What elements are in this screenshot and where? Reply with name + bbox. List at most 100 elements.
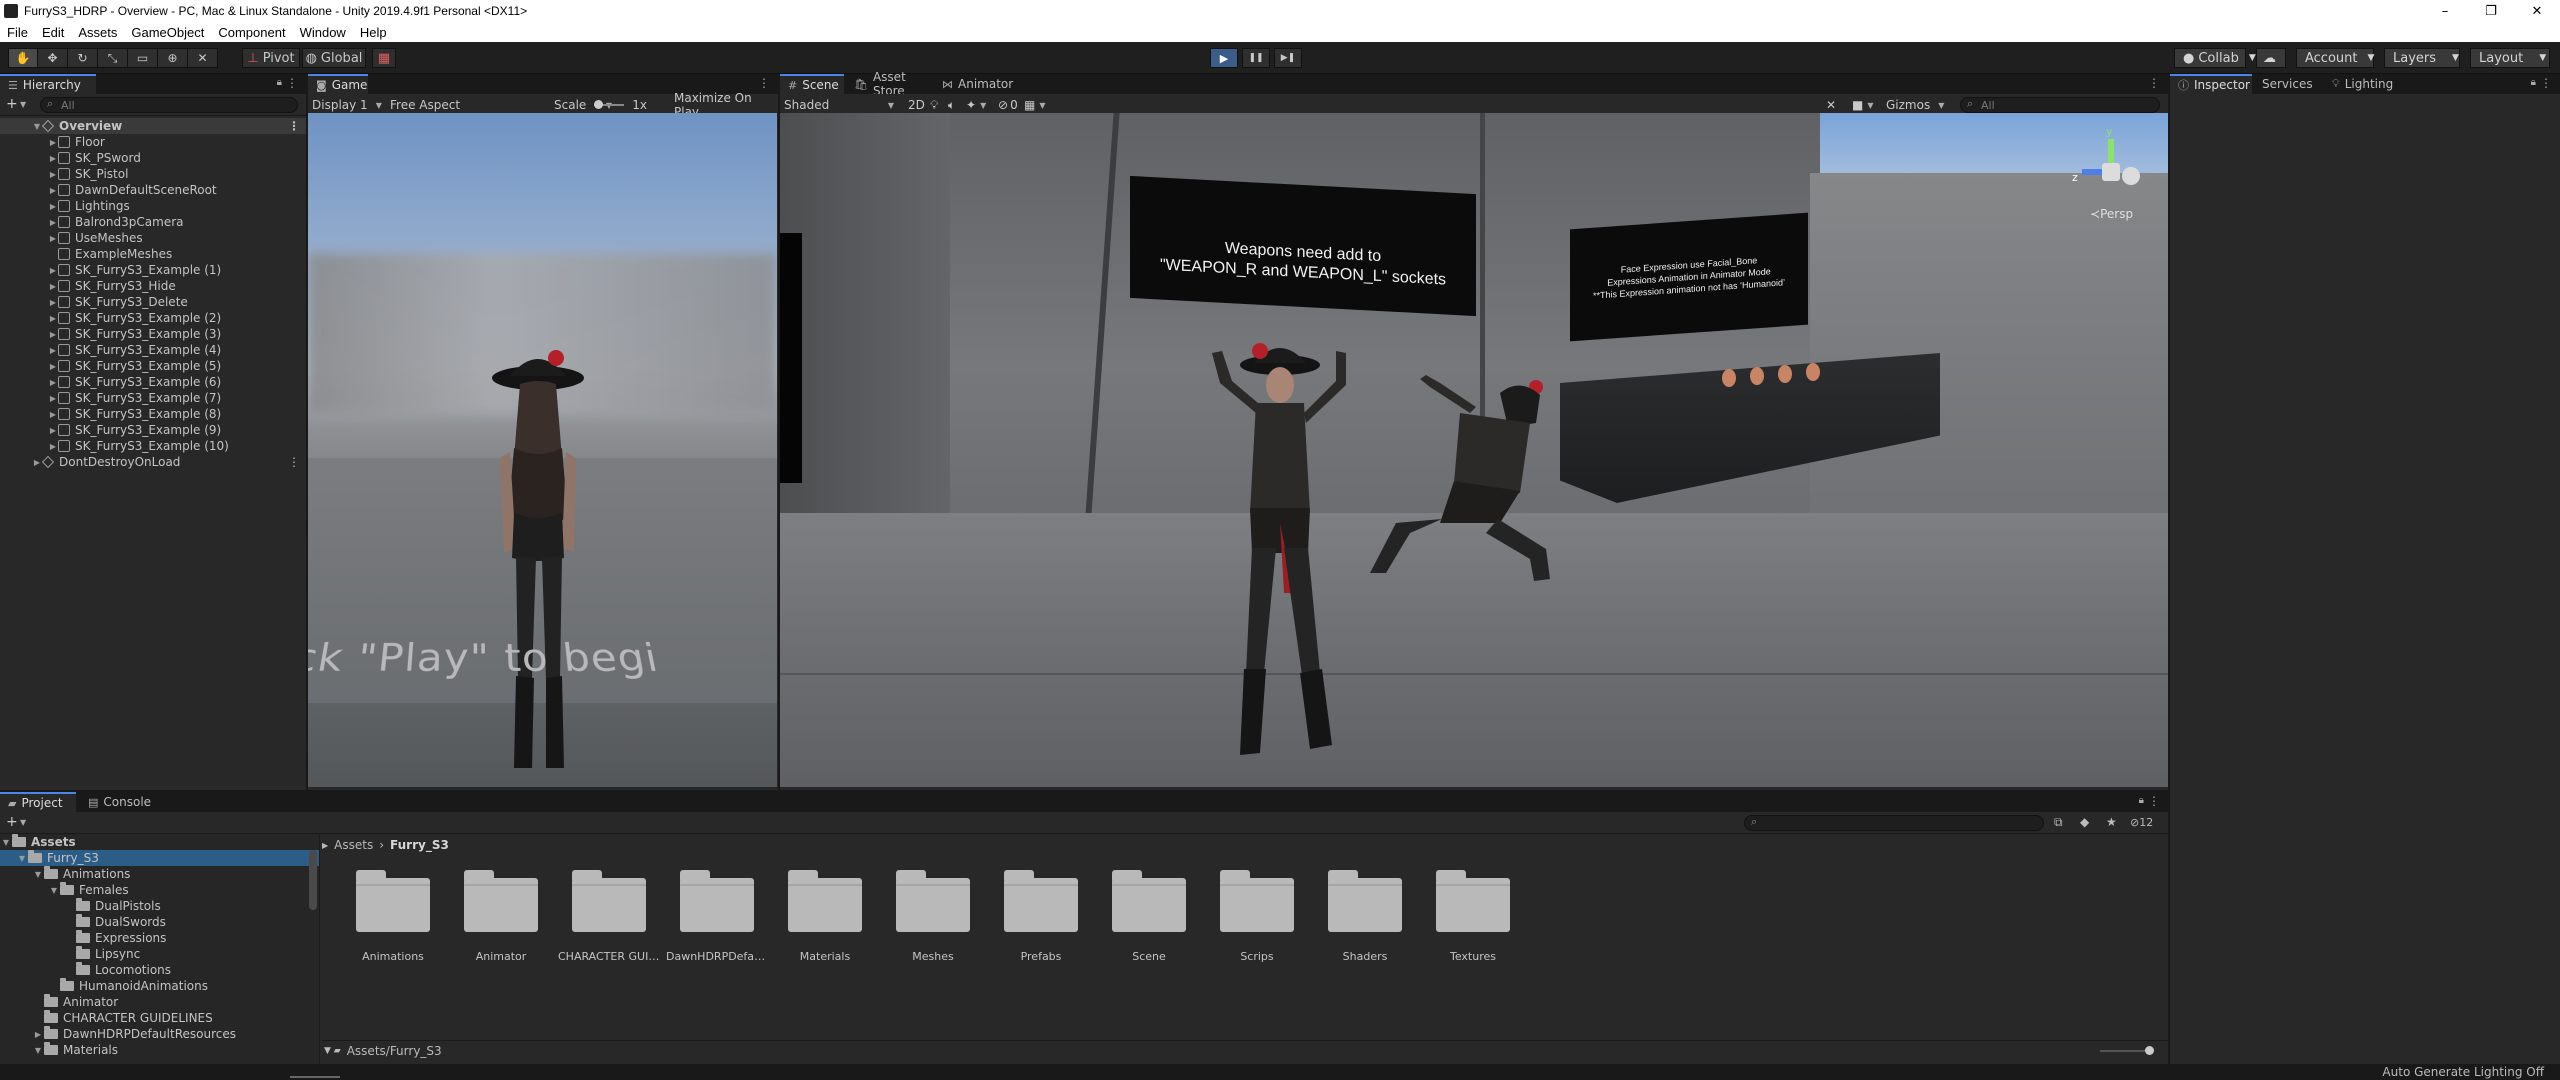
menu-gameobject[interactable]: GameObject bbox=[124, 25, 211, 40]
breadcrumb-assets[interactable]: Assets bbox=[334, 838, 373, 852]
project-search-input[interactable] bbox=[1744, 815, 2044, 831]
menu-help[interactable]: Help bbox=[353, 25, 394, 40]
project-tree-item[interactable]: Animator bbox=[0, 994, 319, 1010]
project-folder-item[interactable]: DawnHDRPDefaultResources bbox=[680, 870, 754, 970]
expand-arrow-icon[interactable]: ▶ bbox=[48, 298, 58, 307]
hierarchy-item[interactable]: ▶ Floor bbox=[0, 134, 306, 150]
game-viewport[interactable]: ck "Play" to begi bbox=[308, 113, 777, 787]
hierarchy-item[interactable]: ▶ Lightings bbox=[0, 198, 306, 214]
hierarchy-item[interactable]: ▶ SK_FurryS3_Example (1) bbox=[0, 262, 306, 278]
play-button[interactable]: ▶ bbox=[1210, 48, 1238, 68]
panel-menu-icon[interactable]: ⋮ bbox=[2148, 794, 2160, 808]
lock-icon[interactable]: 🔒︎ bbox=[277, 77, 282, 88]
expand-arrow-icon[interactable]: ▶ bbox=[48, 202, 58, 211]
expand-arrow-icon[interactable]: ▼ bbox=[32, 1046, 44, 1055]
expand-arrow-icon[interactable]: ▶ bbox=[48, 442, 58, 451]
hidden-objects-toggle[interactable]: ⊘ 0 bbox=[998, 97, 1018, 113]
hierarchy-item[interactable]: ▶ SK_FurryS3_Example (3) bbox=[0, 326, 306, 342]
hierarchy-item[interactable]: ▶ SK_FurryS3_Delete bbox=[0, 294, 306, 310]
tab-asset-store[interactable]: 🛍︎ Asset Store bbox=[846, 74, 932, 94]
tab-lighting[interactable]: 💡︎ Lighting bbox=[2324, 74, 2404, 94]
menu-edit[interactable]: Edit bbox=[35, 25, 71, 40]
rect-tool-icon[interactable]: ▭ bbox=[128, 48, 158, 68]
expand-arrow-icon[interactable]: ▶ bbox=[48, 282, 58, 291]
hierarchy-item[interactable]: ▶ DawnDefaultSceneRoot bbox=[0, 182, 306, 198]
hierarchy-item[interactable]: ▶ SK_FurryS3_Example (5) bbox=[0, 358, 306, 374]
project-tree-item[interactable]: DualSwords bbox=[0, 914, 319, 930]
rotate-tool-icon[interactable]: ↻ bbox=[68, 48, 98, 68]
expand-arrow-icon[interactable]: ▶ bbox=[48, 138, 58, 147]
hierarchy-item[interactable]: ▶ SK_FurryS3_Example (4) bbox=[0, 342, 306, 358]
menu-window[interactable]: Window bbox=[293, 25, 353, 40]
hand-tool-icon[interactable]: ✋ bbox=[8, 48, 38, 68]
tab-animator[interactable]: ⋈ Animator bbox=[934, 74, 1014, 94]
gizmo-center-cube[interactable] bbox=[2102, 163, 2120, 181]
auto-generate-lighting-status[interactable]: Auto Generate Lighting Off bbox=[2382, 1065, 2544, 1079]
project-tree-item[interactable]: ▼ Females bbox=[0, 882, 319, 898]
hierarchy-item[interactable]: ▶ SK_FurryS3_Example (9) bbox=[0, 422, 306, 438]
project-folder-item[interactable]: Animator bbox=[464, 870, 538, 970]
project-tree-item[interactable]: ▶ DawnHDRPDefaultResources bbox=[0, 1026, 319, 1042]
step-button[interactable]: ▶❚ bbox=[1274, 48, 1302, 68]
gizmo-x-cone[interactable] bbox=[2122, 167, 2140, 185]
scene-menu-icon[interactable]: ⋮ bbox=[288, 455, 300, 469]
display-dropdown[interactable]: Display 1 ▼ bbox=[312, 97, 382, 113]
lock-icon[interactable]: 🔒︎ bbox=[2531, 77, 2536, 88]
project-tree-item[interactable]: ▼ Assets bbox=[0, 834, 319, 850]
project-tree-item[interactable]: ▼ Animations bbox=[0, 866, 319, 882]
hierarchy-item[interactable]: ▶ SK_Pistol bbox=[0, 166, 306, 182]
maximize-button[interactable]: ❐ bbox=[2468, 0, 2514, 22]
icon-size-slider[interactable] bbox=[2100, 1050, 2150, 1052]
project-folder-item[interactable]: Animations bbox=[356, 870, 430, 970]
expand-arrow-icon[interactable]: ▼ bbox=[0, 838, 12, 847]
layers-dropdown[interactable]: Layers ▼ bbox=[2384, 48, 2460, 68]
hierarchy-item[interactable]: ▶ SK_FurryS3_Example (10) bbox=[0, 438, 306, 454]
expand-arrow-icon[interactable]: ▶ bbox=[48, 234, 58, 243]
expand-arrow-icon[interactable]: ▶ bbox=[48, 346, 58, 355]
expand-arrow-icon[interactable]: ▼ bbox=[48, 886, 60, 895]
project-folder-item[interactable]: Scene bbox=[1112, 870, 1186, 970]
scene-search-input[interactable]: All bbox=[1960, 97, 2160, 113]
filter-by-label-icon[interactable]: ◆ bbox=[2080, 815, 2089, 829]
menu-component[interactable]: Component bbox=[211, 25, 292, 40]
project-tree-item[interactable]: Lipsync bbox=[0, 946, 319, 962]
expand-arrow-icon[interactable]: ▶ bbox=[48, 266, 58, 275]
hierarchy-item[interactable]: ▶ SK_FurryS3_Hide bbox=[0, 278, 306, 294]
tab-project[interactable]: ▰ Project bbox=[0, 792, 76, 812]
hierarchy-item[interactable]: ▶ SK_FurryS3_Example (6) bbox=[0, 374, 306, 390]
global-toggle[interactable]: ◍ Global bbox=[302, 48, 366, 68]
scene-row-dontdestroy[interactable]: ▶ DontDestroyOnLoad ⋮ bbox=[0, 454, 306, 470]
tab-services[interactable]: Services bbox=[2254, 74, 2322, 94]
transform-tool-icon[interactable]: ⊕ bbox=[158, 48, 188, 68]
favorite-star-icon[interactable]: ★ bbox=[2106, 815, 2117, 829]
scene-orientation-gizmo[interactable]: y z bbox=[2070, 125, 2150, 205]
scale-slider-handle[interactable] bbox=[594, 100, 603, 109]
chevron-down-icon[interactable]: ▼ bbox=[20, 100, 26, 109]
effects-dropdown[interactable]: ✦ ▼ bbox=[966, 97, 986, 113]
project-folder-item[interactable]: Shaders bbox=[1328, 870, 1402, 970]
pause-button[interactable]: ❚❚ bbox=[1242, 48, 1270, 68]
hierarchy-item[interactable]: ▶ UseMeshes bbox=[0, 230, 306, 246]
project-tree-item[interactable]: CHARACTER GUIDELINES bbox=[0, 1010, 319, 1026]
create-plus-icon[interactable]: + bbox=[6, 96, 18, 112]
scene-menu-icon[interactable]: ⋮ bbox=[288, 119, 300, 133]
project-tree-item[interactable]: DualPistols bbox=[0, 898, 319, 914]
hierarchy-item[interactable]: ▶ SK_FurryS3_Example (7) bbox=[0, 390, 306, 406]
tab-console[interactable]: ▤ Console bbox=[80, 792, 160, 812]
close-button[interactable]: ✕ bbox=[2514, 0, 2560, 22]
panel-menu-icon[interactable]: ⋮ bbox=[2540, 76, 2552, 90]
hierarchy-item[interactable]: ExampleMeshes bbox=[0, 246, 306, 262]
project-folder-item[interactable]: Textures bbox=[1436, 870, 1510, 970]
tab-scene[interactable]: # Scene bbox=[780, 74, 844, 94]
layout-dropdown[interactable]: Layout ▼ bbox=[2470, 48, 2550, 68]
project-folder-item[interactable]: CHARACTER GUIDELINES bbox=[572, 870, 646, 970]
project-tree-item[interactable]: HumanoidAnimations bbox=[0, 978, 319, 994]
pivot-toggle[interactable]: ⊥ Pivot bbox=[242, 48, 300, 68]
project-folder-item[interactable]: Prefabs bbox=[1004, 870, 1078, 970]
cloud-button[interactable]: ☁ bbox=[2256, 48, 2286, 68]
expand-arrow-icon[interactable]: ▶ bbox=[48, 330, 58, 339]
account-dropdown[interactable]: Account ▼ bbox=[2296, 48, 2374, 68]
expand-arrow-icon[interactable]: ▶ bbox=[48, 394, 58, 403]
grid-snap-button[interactable]: ▦ bbox=[372, 48, 396, 68]
scene-viewport[interactable]: Weapons need add to "WEAPON_R and WEAPON… bbox=[780, 113, 2168, 787]
